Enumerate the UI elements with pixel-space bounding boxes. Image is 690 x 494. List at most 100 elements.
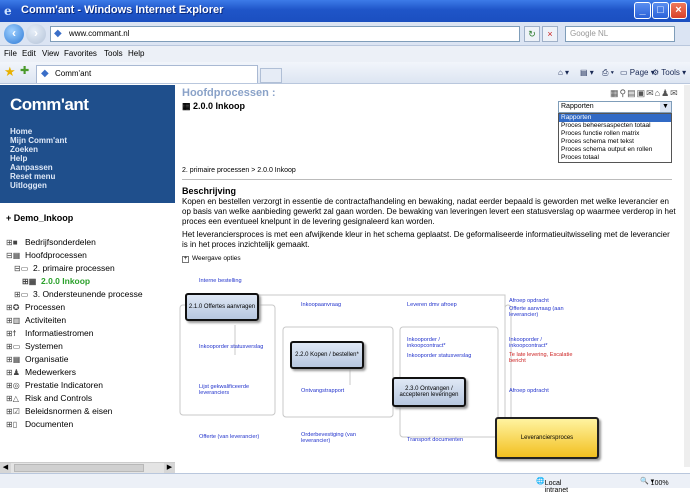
flow-label-alert[interactable]: Te late levering, Escalatie bericht <box>509 352 579 364</box>
breadcrumb[interactable]: 2. primaire processen > 2.0.0 Inkoop <box>182 167 296 174</box>
nav-help[interactable]: Help <box>10 154 67 163</box>
tree-item-bedrijfsonderdelen[interactable]: ⊞■ Bedrijfsonderdelen <box>6 237 96 248</box>
process-box-ontvangen[interactable]: 2.3.0 Ontvangen / accepteren leveringen <box>392 377 466 407</box>
tree-item-ondersteunende[interactable]: ⊞▭ 3. Ondersteunende processe <box>14 289 143 300</box>
tree-item-prestatie[interactable]: ⊞◎ Prestatie Indicatoren <box>6 380 103 391</box>
tree-item-systemen[interactable]: ⊞▭ Systemen <box>6 341 63 352</box>
tree-item-informatiestromen[interactable]: ⊞ϯ Informatiestromen <box>6 328 94 339</box>
flow-label[interactable]: Transport documenten <box>407 437 463 443</box>
tree-item-label: Processen <box>25 302 66 312</box>
tools-menu[interactable]: ⚙ Tools ▾ <box>652 68 686 77</box>
dropdown-option[interactable]: Proces schema output en rollen <box>559 146 671 154</box>
tree-item-hoofdprocessen[interactable]: ⊟▦ Hoofdprocessen <box>6 250 87 261</box>
page-vscrollbar[interactable] <box>684 85 690 467</box>
page-menu[interactable]: ▭ Page ▾ <box>620 68 655 77</box>
stop-icon[interactable]: × <box>542 26 558 42</box>
nav-mijn-commant[interactable]: Mijn Comm'ant <box>10 136 67 145</box>
tree-item-label: Prestatie Indicatoren <box>25 380 103 390</box>
favorites-star-icon[interactable]: ★ <box>4 64 16 80</box>
zoom-control[interactable]: 🔍 100% ▾ <box>640 477 669 487</box>
flow-label[interactable]: Inkooporder statusverslag <box>407 353 471 359</box>
url-field[interactable]: ◆ www.commant.nl <box>50 26 520 42</box>
flow-label[interactable]: Afroep opdracht <box>509 298 549 304</box>
tools-menu-label: Tools <box>661 68 680 77</box>
tree-item-inkoop[interactable]: ⊞▦ 2.0.0 Inkoop <box>22 276 90 287</box>
flow-label[interactable]: Ontvangstrapport <box>301 388 344 394</box>
scroll-left-icon[interactable]: ◀ <box>0 463 11 473</box>
tree-item-organisatie[interactable]: ⊞▦ Organisatie <box>6 354 68 365</box>
menu-edit[interactable]: Edit <box>22 49 36 58</box>
section-title: Beschrijving <box>182 186 237 196</box>
process-box-leverancier[interactable]: Leveranciersproces <box>495 417 599 459</box>
nav-uitloggen[interactable]: Uitloggen <box>10 181 67 190</box>
tree-item-beleidsnormen[interactable]: ⊞☑ Beleidsnormen & eisen <box>6 406 112 417</box>
nav-zoeken[interactable]: Zoeken <box>10 145 67 154</box>
weergave-options[interactable]: + Weergave opties <box>182 255 241 263</box>
home-icon[interactable]: ⌂ ▾ <box>558 68 569 77</box>
dropdown-option[interactable]: Proces functie rollen matrix <box>559 130 671 138</box>
flow-label[interactable]: Lijst gekwalificeerde leveranciers <box>199 384 259 396</box>
menu-favorites[interactable]: Favorites <box>64 49 97 58</box>
page-subheading-text: 2.0.0 Inkoop <box>193 101 246 111</box>
add-favorite-icon[interactable]: ✚ <box>20 64 29 77</box>
maximize-button[interactable]: □ <box>652 2 669 19</box>
new-tab-button[interactable] <box>260 68 282 83</box>
minimize-button[interactable]: _ <box>634 2 651 19</box>
menu-tools[interactable]: Tools <box>104 49 123 58</box>
dropdown-option[interactable]: Proces totaal <box>559 154 671 162</box>
dropdown-option[interactable]: Rapporten <box>559 114 671 122</box>
sidebar-hscrollbar[interactable]: ◀ ▶ <box>0 462 175 473</box>
flow-label[interactable]: Offerte (van leverancier) <box>199 434 259 440</box>
tree-item-activiteiten[interactable]: ⊞▥ Activiteiten <box>6 315 66 326</box>
refresh-icon[interactable]: ↻ <box>524 26 540 42</box>
menu-file[interactable]: File <box>4 49 17 58</box>
print-icon[interactable]: ⎙ ▾ <box>602 68 614 78</box>
expand-icon[interactable]: + <box>182 256 189 263</box>
menu-bar: File Edit View Favorites Tools Help <box>0 46 690 62</box>
scroll-right-icon[interactable]: ▶ <box>164 463 175 473</box>
dropdown-option[interactable]: Proces schema met tekst <box>559 138 671 146</box>
flow-label[interactable]: Inkooporder / inkoopcontract* <box>407 337 467 349</box>
tree-item-processen[interactable]: ⊞✪ Processen <box>6 302 65 313</box>
process-box-kopen[interactable]: 2.2.0 Kopen / bestellen* <box>290 341 364 369</box>
flow-label[interactable]: Interne bestelling <box>199 278 242 284</box>
scroll-thumb[interactable] <box>14 464 144 472</box>
tree-item-label: Risk and Controls <box>25 393 93 403</box>
tree-item-documenten[interactable]: ⊞▯ Documenten <box>6 419 73 430</box>
dropdown-option[interactable]: Proces beheersaspecten totaal <box>559 122 671 130</box>
sidebar: Comm'ant Home Mijn Comm'ant Zoeken Help … <box>0 85 175 467</box>
forward-button[interactable]: › <box>26 24 46 44</box>
report-select[interactable]: Rapporten ▼ <box>558 101 672 113</box>
flow-label[interactable]: Offerte aanvraag (aan leverancier) <box>509 306 569 318</box>
weergave-label: Weergave opties <box>192 255 241 262</box>
flow-label[interactable]: Leveren dmv afroep <box>407 302 457 308</box>
close-button[interactable]: × <box>670 2 687 19</box>
chevron-down-icon[interactable]: ▼ <box>660 102 671 112</box>
browser-tab[interactable]: ◆ Comm'ant <box>36 65 258 83</box>
process-icon: ⊞▦ <box>22 277 37 287</box>
tree-item-primaire[interactable]: ⊟▭ 2. primaire processen <box>14 263 115 274</box>
tree-item-label: 2. primaire processen <box>33 263 115 273</box>
tree-item-label: Organisatie <box>25 354 69 364</box>
flow-label[interactable]: Afroep opdracht <box>509 388 549 394</box>
nav-home[interactable]: Home <box>10 127 67 136</box>
nav-aanpassen[interactable]: Aanpassen <box>10 163 67 172</box>
flow-label[interactable]: Inkooporder / inkoopcontract* <box>509 337 569 349</box>
tree-root[interactable]: + Demo_Inkoop <box>6 213 73 223</box>
flow-label[interactable]: Inkoopaanvraag <box>301 302 341 308</box>
tree-item-risk[interactable]: ⊞△ Risk and Controls <box>6 393 92 404</box>
tree-item-label: 2.0.0 Inkoop <box>41 276 91 286</box>
flow-label[interactable]: Orderbevestiging (van leverancier) <box>301 432 361 444</box>
process-box-offertes[interactable]: 2.1.0 Offertes aanvragen <box>185 293 259 321</box>
toolbar-icons[interactable]: ▦⚲▤▣✉⌂♟✉ <box>610 88 679 99</box>
nav-reset-menu[interactable]: Reset menu <box>10 172 67 181</box>
search-input[interactable]: Google NL <box>565 26 675 42</box>
back-button[interactable]: ‹ <box>4 24 24 44</box>
tree-item-medewerkers[interactable]: ⊞♟ Medewerkers <box>6 367 76 378</box>
feeds-icon[interactable]: ▤ ▾ <box>580 68 594 77</box>
menu-view[interactable]: View <box>42 49 59 58</box>
flow-label[interactable]: Inkooporder statusverslag <box>199 344 263 350</box>
menu-help[interactable]: Help <box>128 49 144 58</box>
warning-icon: ⊞△ <box>6 394 19 404</box>
process-icon: ▦ <box>182 101 194 111</box>
